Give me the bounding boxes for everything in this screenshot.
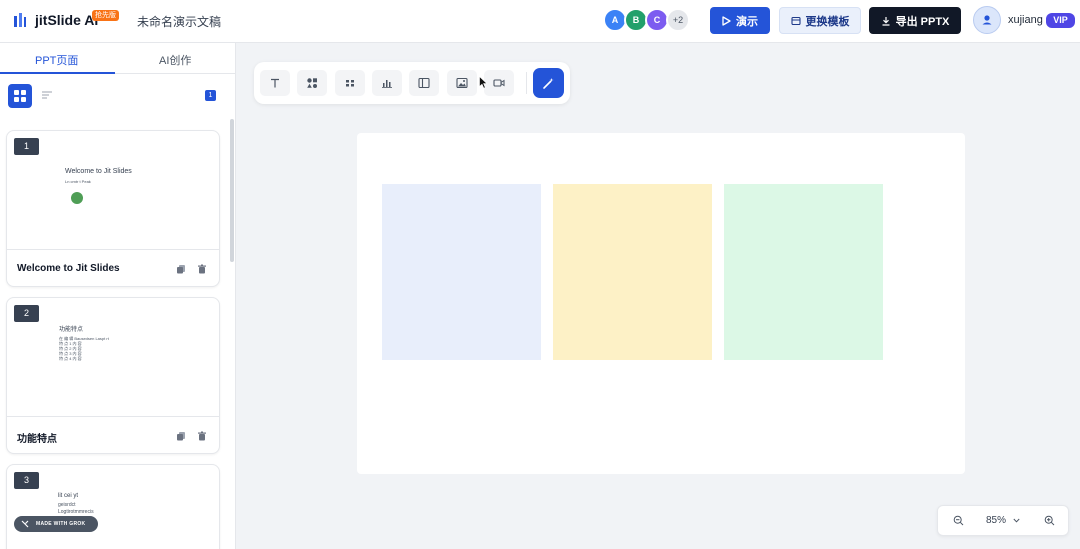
change-template-button[interactable]: 更换模板 [779, 7, 861, 34]
slide-thumb-heading: 功能特点 [59, 327, 84, 333]
vip-badge: VIP [1046, 13, 1075, 28]
zoom-control: 85% [937, 505, 1069, 536]
document-title[interactable]: 未命名演示文稿 [137, 13, 221, 30]
present-button[interactable]: 演示 [710, 7, 770, 34]
magic-wand-icon [543, 77, 554, 89]
insert-image-button[interactable] [447, 70, 477, 96]
insert-toolbar [254, 62, 570, 104]
image-icon [456, 77, 468, 89]
slide-number: 2 [14, 305, 39, 322]
slides-sidebar: PPT页面 AI创作 1 1 Welcome to Jit Slides Ln … [0, 43, 236, 549]
user-avatar[interactable] [973, 6, 1001, 34]
text-icon [271, 78, 279, 88]
sidebar-scrollbar[interactable] [230, 119, 234, 262]
insert-chart-button[interactable] [372, 70, 402, 96]
chevron-down-icon[interactable] [1013, 518, 1020, 523]
duplicate-icon[interactable] [176, 431, 186, 441]
insert-text-button[interactable] [260, 70, 290, 96]
canvas-box-blue[interactable] [382, 184, 541, 360]
template-label: 更换模板 [805, 15, 850, 28]
slide-canvas[interactable] [357, 133, 965, 474]
slide-card-3[interactable]: 3 lit cei yt geisrdct Logtirotmmrecis [6, 464, 220, 549]
active-tab-indicator [0, 72, 115, 74]
logo-icon [14, 13, 26, 27]
grok-icon [21, 520, 29, 528]
slide-thumb-sub: 在 编 辑 Bausedsen Laspt rt 特 点 1 内 容 特 点 2… [59, 336, 109, 361]
canvas-box-green[interactable] [724, 184, 883, 360]
user-icon [982, 15, 992, 25]
insert-components-button[interactable] [335, 70, 365, 96]
beta-badge: 抢先版 [92, 10, 119, 21]
zoom-level[interactable]: 85% [986, 515, 1006, 526]
insert-layout-button[interactable] [409, 70, 439, 96]
play-icon [722, 15, 731, 26]
canvas-box-yellow[interactable] [553, 184, 712, 360]
slide-card-footer: 功能特点 [7, 416, 219, 453]
tab-ai-create[interactable]: AI创作 [159, 52, 191, 68]
user-name[interactable]: xujiang [1008, 14, 1043, 26]
slide-title: 功能特点 [17, 434, 57, 445]
components-icon [346, 80, 354, 87]
toolbar-divider [526, 72, 527, 94]
slide-number: 1 [14, 138, 39, 155]
grid-view-button[interactable] [8, 84, 32, 108]
slide-card-1[interactable]: 1 Welcome to Jit Slides Ln cmtr t Peak W… [6, 130, 220, 287]
slide-thumb-heading: Welcome to Jit Slides [65, 168, 132, 175]
trash-icon[interactable] [197, 431, 207, 441]
trash-icon[interactable] [197, 264, 207, 274]
slide-thumb-sub: geisrdct Logtirotmmrecis [58, 502, 94, 515]
layout-icon [418, 77, 430, 89]
slide-card-2[interactable]: 2 功能特点 在 编 辑 Bausedsen Laspt rt 特 点 1 内 … [6, 297, 220, 454]
list-view-icon[interactable] [41, 90, 53, 102]
export-pptx-button[interactable]: 导出 PPTX [869, 7, 961, 34]
slide-thumb-circle [71, 192, 83, 204]
app-name: jitSlide AI [35, 12, 99, 28]
collaborators-more[interactable]: +2 [666, 8, 690, 32]
zoom-out-icon[interactable] [953, 515, 964, 526]
present-label: 演示 [736, 15, 758, 28]
slide-thumb-heading: lit cei yt [58, 493, 79, 499]
chart-icon [382, 80, 392, 88]
insert-video-button[interactable] [484, 70, 514, 96]
slide-number: 3 [14, 472, 39, 489]
grok-badge-label: MADE WITH GROK [36, 521, 86, 527]
template-icon [790, 16, 801, 25]
mouse-cursor-icon [479, 76, 488, 89]
page-count-badge: 1 [205, 90, 216, 101]
insert-shapes-button[interactable] [297, 70, 327, 96]
ai-magic-button[interactable] [533, 68, 564, 98]
slide-thumb-sub: Ln cmtr t Peak [65, 179, 91, 184]
slide-card-footer: Welcome to Jit Slides [7, 249, 219, 286]
tab-ppt-pages[interactable]: PPT页面 [35, 52, 78, 68]
export-label: 导出 PPTX [895, 15, 950, 28]
video-icon [493, 79, 505, 87]
zoom-in-icon[interactable] [1044, 515, 1055, 526]
sidebar-tabs: PPT页面 AI创作 [0, 43, 235, 74]
top-bar: jitSlide AI 抢先版 未命名演示文稿 A B C +2 演示 更换模板… [0, 0, 1080, 43]
grid-icon [14, 90, 26, 102]
download-icon [882, 16, 890, 26]
made-with-grok-badge[interactable]: MADE WITH GROK [14, 516, 98, 532]
duplicate-icon[interactable] [176, 264, 186, 274]
slide-title: Welcome to Jit Slides [17, 263, 120, 274]
shapes-icon [307, 78, 317, 88]
